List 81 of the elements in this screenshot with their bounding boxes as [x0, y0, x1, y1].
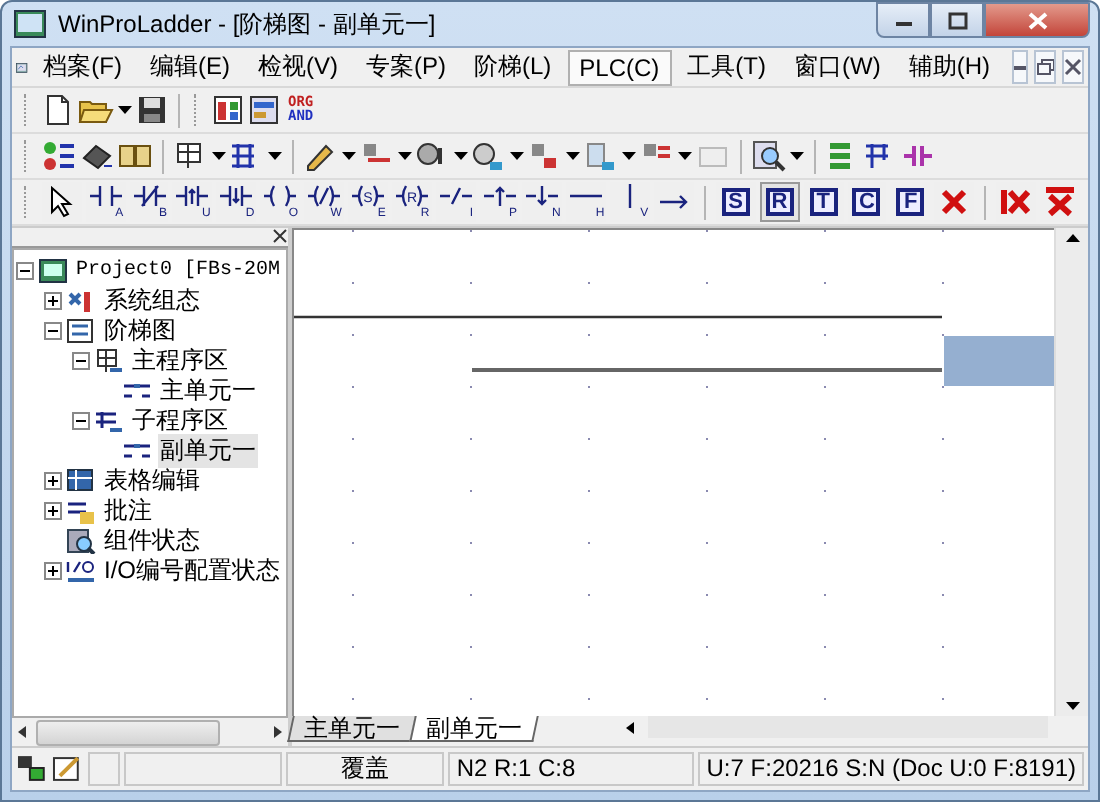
- tools-icon: [66, 288, 96, 314]
- tree-item[interactable]: 阶梯图: [102, 314, 178, 348]
- menu-item[interactable]: 阶梯(L): [461, 46, 564, 88]
- sheet-tab[interactable]: 主单元一: [287, 716, 417, 742]
- line-icon: [628, 184, 633, 208]
- minimize-button[interactable]: [876, 2, 930, 38]
- sheet-tab[interactable]: 副单元一: [409, 716, 539, 742]
- transfer-icon[interactable]: [42, 140, 76, 172]
- expand-toggle[interactable]: [44, 472, 62, 490]
- expand-toggle[interactable]: [16, 262, 34, 280]
- cross-icon: [938, 186, 971, 218]
- restore-button[interactable]: [930, 2, 984, 38]
- window-title: WinProLadder - [阶梯图 - 副单元一]: [58, 7, 438, 41]
- window-icon[interactable]: [212, 94, 244, 126]
- arrow-icon: [658, 190, 691, 214]
- menu-item[interactable]: 专案(P): [353, 46, 458, 88]
- tree-item[interactable]: Project0 [FBs-20M: [74, 260, 283, 282]
- scroll-down-icon[interactable]: [1063, 700, 1081, 712]
- close-button[interactable]: [984, 2, 1090, 38]
- pulse-icon: [526, 184, 559, 208]
- minimize-button[interactable]: [1012, 50, 1028, 84]
- rung-icon: [122, 438, 152, 464]
- rung-icon: [122, 378, 152, 404]
- tree-item[interactable]: 主程序区: [130, 344, 230, 378]
- menu-item[interactable]: PLC(C): [567, 49, 672, 85]
- book-icon[interactable]: [118, 140, 152, 172]
- close-icon: [1027, 11, 1047, 29]
- tree-item[interactable]: I/O编号配置状态: [102, 554, 283, 588]
- search-icon[interactable]: [752, 140, 786, 172]
- table-icon: [66, 468, 96, 494]
- io-icon: [66, 558, 96, 584]
- new-file-icon[interactable]: [42, 94, 74, 126]
- cell-cursor: [944, 336, 1054, 386]
- close-icon: [1064, 58, 1082, 76]
- cross-icon: [1000, 186, 1033, 218]
- inverter-icon: [439, 184, 472, 208]
- pulse-icon: [483, 184, 516, 208]
- menu-item[interactable]: 编辑(E): [137, 46, 242, 88]
- minimize-icon: [1014, 65, 1026, 69]
- menu-item[interactable]: 工具(T): [675, 46, 778, 88]
- restore-icon: [1036, 58, 1054, 76]
- expand-toggle[interactable]: [44, 322, 62, 340]
- chip-icon[interactable]: [80, 140, 114, 172]
- window-icon[interactable]: [248, 94, 280, 126]
- scroll-up-icon[interactable]: [1063, 232, 1081, 244]
- pencil-icon[interactable]: [304, 140, 338, 172]
- menu-item[interactable]: 检视(V): [245, 46, 350, 88]
- search-icon: [66, 528, 96, 554]
- menu-item[interactable]: 辅助(H): [896, 46, 1002, 88]
- status-cell: [87, 752, 120, 786]
- tree-item[interactable]: 主单元一: [158, 374, 258, 408]
- expand-toggle[interactable]: [44, 292, 62, 310]
- project-icon: [38, 258, 68, 284]
- tree-item[interactable]: 子程序区: [130, 404, 230, 438]
- network-icon: [16, 754, 48, 784]
- close-icon[interactable]: [272, 228, 288, 244]
- status-position: N2 R:1 C:8: [448, 752, 695, 786]
- expand-toggle[interactable]: [44, 562, 62, 580]
- cross-icon: [1043, 186, 1076, 218]
- save-icon[interactable]: [136, 94, 168, 126]
- status-mode: 覆盖: [285, 752, 445, 786]
- scrollbar-thumb[interactable]: [36, 719, 220, 745]
- close-button[interactable]: [1062, 50, 1084, 84]
- tree-item[interactable]: 副单元一: [158, 434, 258, 468]
- scrollbar-track[interactable]: [648, 716, 1048, 738]
- tree-item[interactable]: 系统组态: [102, 284, 202, 318]
- tree-item[interactable]: 表格编辑: [102, 464, 202, 498]
- edit-icon: [51, 754, 84, 784]
- tree-item[interactable]: 组件状态: [102, 524, 202, 558]
- expand-toggle[interactable]: [44, 502, 62, 520]
- menu-item[interactable]: 窗口(W): [782, 46, 893, 88]
- status-memory: U:7 F:20216 S:N (Doc U:0 F:8191): [698, 752, 1085, 786]
- expand-toggle[interactable]: [72, 352, 90, 370]
- tree-item[interactable]: 批注: [102, 494, 154, 528]
- app-icon: [14, 10, 46, 38]
- menu-item[interactable]: 档案(F): [31, 46, 134, 88]
- instruction-button[interactable]: R: [759, 182, 800, 222]
- maximize-icon: [947, 11, 967, 29]
- restore-button[interactable]: [1034, 50, 1056, 84]
- note-icon: [66, 498, 96, 524]
- expand-toggle[interactable]: [72, 412, 90, 430]
